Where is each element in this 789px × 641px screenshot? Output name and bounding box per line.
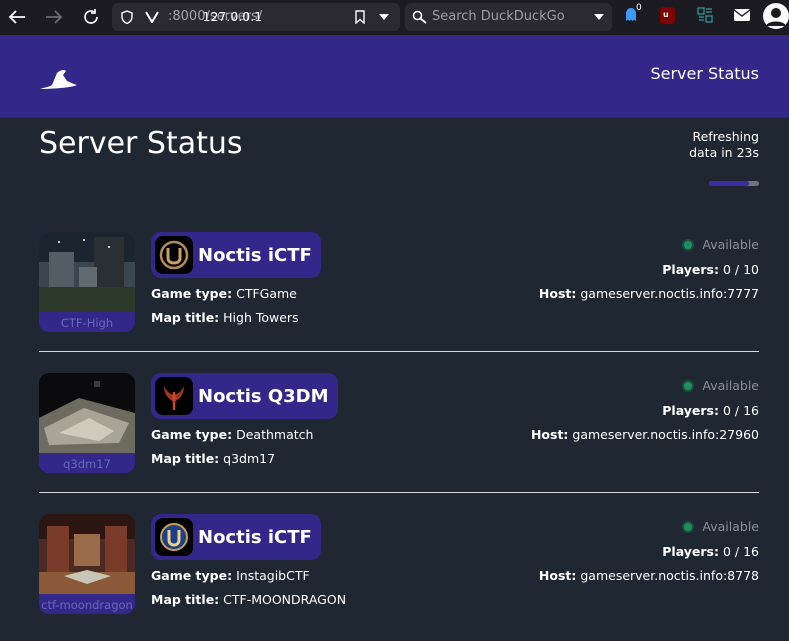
url-text: 127.0.0.1:8000/servers/ (168, 9, 263, 24)
chevron-down-icon[interactable] (379, 14, 389, 20)
map-thumbnail[interactable]: CTF-High (39, 232, 135, 332)
players-label: Players: (662, 544, 719, 559)
status-text: Available (702, 378, 759, 393)
refresh-countdown: Refreshing data in 23s (689, 129, 759, 160)
players-label: Players: (662, 262, 719, 277)
status-indicator: Available (684, 519, 759, 534)
game-type-value: CTFGame (236, 286, 297, 301)
server-name: Noctis Q3DM (198, 385, 329, 407)
players-value: 0 / 10 (722, 262, 759, 277)
status-indicator: Available (684, 378, 759, 393)
map-screenshot-image (39, 514, 135, 594)
host-row: Host: gameserver.noctis.info:27960 (531, 427, 759, 442)
back-icon[interactable] (5, 5, 29, 29)
server-card: q3dm17 Noctis Q3DM Game type: Deathmatch… (39, 373, 759, 477)
host-value[interactable]: gameserver.noctis.info:7777 (580, 286, 759, 301)
quake3-icon (155, 377, 193, 415)
site-v-icon (145, 11, 159, 23)
status-dot-icon (684, 240, 693, 249)
unreal-tournament-icon (155, 236, 193, 274)
map-thumbnail[interactable]: ctf-moondragon (39, 514, 135, 614)
unreal-engine-icon (155, 518, 193, 556)
players-row: Players: 0 / 10 (662, 262, 759, 277)
search-bar[interactable]: Search DuckDuckGo (405, 3, 612, 31)
game-type-label: Game type: (151, 568, 233, 583)
players-value: 0 / 16 (722, 544, 759, 559)
host-label: Host: (538, 286, 577, 301)
refresh-progress-bar (709, 181, 759, 186)
map-title-label: Map title: (151, 592, 220, 607)
ghostery-extension-icon[interactable]: 0 (624, 3, 642, 25)
map-screenshot-image (39, 373, 135, 453)
browser-toolbar: 127.0.0.1:8000/servers/ Search DuckDuckG… (0, 0, 789, 35)
status-dot-icon (684, 381, 693, 390)
game-type-row: Game type: Deathmatch (151, 427, 313, 442)
nav-link-server-status[interactable]: Server Status (650, 64, 759, 83)
divider (39, 351, 759, 352)
host-label: Host: (538, 568, 577, 583)
players-row: Players: 0 / 16 (662, 403, 759, 418)
game-type-value: InstagibCTF (236, 568, 310, 583)
server-card: CTF-High Noctis iCTF Game type: CTFGame … (39, 232, 759, 336)
ublock-extension-icon[interactable]: u (660, 7, 675, 24)
game-type-value: Deathmatch (236, 427, 314, 442)
divider (39, 492, 759, 493)
search-engine-chevron-icon[interactable] (594, 14, 604, 20)
map-title-label: Map title: (151, 310, 220, 325)
map-title-row: Map title: q3dm17 (151, 451, 275, 466)
server-name: Noctis iCTF (198, 526, 312, 548)
host-row: Host: gameserver.noctis.info:7777 (539, 286, 759, 301)
ext-badge: 0 (636, 3, 642, 13)
shield-icon[interactable] (121, 10, 133, 24)
players-label: Players: (662, 403, 719, 418)
refresh-progress-fill (709, 181, 749, 186)
players-value: 0 / 16 (722, 403, 759, 418)
server-name-pill[interactable]: Noctis iCTF (151, 514, 321, 560)
map-title-value: CTF-MOONDRAGON (223, 592, 347, 607)
players-row: Players: 0 / 16 (662, 544, 759, 559)
map-caption: CTF-High (60, 316, 114, 330)
status-indicator: Available (684, 237, 759, 252)
server-name-pill[interactable]: Noctis Q3DM (151, 373, 338, 419)
game-type-row: Game type: CTFGame (151, 286, 297, 301)
site-header: Server Status (0, 35, 789, 118)
url-bar[interactable]: 127.0.0.1:8000/servers/ (112, 3, 400, 31)
status-text: Available (702, 519, 759, 534)
map-caption: ctf-moondragon (41, 598, 133, 612)
map-title-row: Map title: CTF-MOONDRAGON (151, 592, 346, 607)
server-name-pill[interactable]: Noctis iCTF (151, 232, 321, 278)
search-icon (412, 10, 427, 24)
map-title-value: q3dm17 (223, 451, 276, 466)
status-dot-icon (684, 522, 693, 531)
map-title-row: Map title: High Towers (151, 310, 299, 325)
game-type-row: Game type: InstagibCTF (151, 568, 310, 583)
page-title: Server Status (39, 126, 243, 161)
map-title-label: Map title: (151, 451, 220, 466)
host-label: Host: (530, 427, 569, 442)
server-name: Noctis iCTF (198, 244, 312, 266)
reload-icon[interactable] (79, 5, 103, 29)
map-title-value: High Towers (223, 310, 299, 325)
host-value[interactable]: gameserver.noctis.info:27960 (572, 427, 759, 442)
bitwarden-extension-icon[interactable] (697, 7, 715, 25)
host-row: Host: gameserver.noctis.info:8778 (539, 568, 759, 583)
bookmark-icon[interactable] (355, 10, 365, 24)
status-text: Available (702, 237, 759, 252)
witch-hat-logo-icon[interactable] (40, 69, 78, 97)
map-thumbnail[interactable]: q3dm17 (39, 373, 135, 473)
mail-extension-icon[interactable] (733, 7, 751, 25)
search-placeholder: Search DuckDuckGo (432, 9, 565, 24)
account-avatar-icon[interactable] (763, 3, 789, 29)
map-screenshot-image (39, 232, 135, 312)
map-caption: q3dm17 (63, 457, 111, 471)
game-type-label: Game type: (151, 286, 233, 301)
host-value[interactable]: gameserver.noctis.info:8778 (580, 568, 759, 583)
server-card: ctf-moondragon Noctis iCTF Game type: In… (39, 514, 759, 618)
game-type-label: Game type: (151, 427, 233, 442)
forward-icon[interactable] (42, 5, 66, 29)
